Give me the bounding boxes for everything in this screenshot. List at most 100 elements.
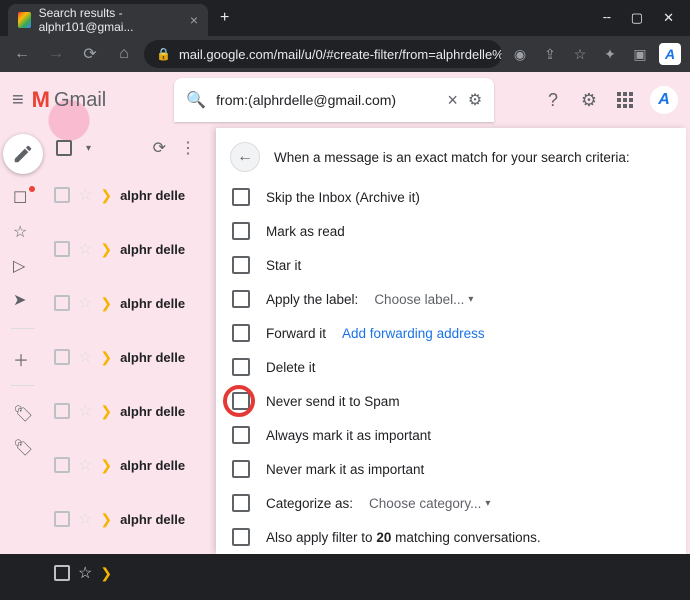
address-input[interactable]: 🔒 mail.google.com/mail/u/0/#create-filte… [144, 40, 502, 68]
star-icon[interactable]: ☆ [78, 185, 92, 205]
star-icon[interactable]: ☆ [568, 42, 592, 66]
compose-button[interactable] [3, 134, 43, 174]
checkbox-star[interactable] [232, 256, 250, 274]
checkbox-always-important[interactable] [232, 426, 250, 444]
browser-titlebar: Search results - alphr101@gmai... × + ╌ … [0, 0, 690, 36]
important-icon[interactable]: ❯ [100, 457, 112, 474]
main-menu-icon[interactable]: ≡ [12, 89, 24, 112]
checkbox-forward[interactable] [232, 324, 250, 342]
row-from: alphr delle [120, 566, 185, 581]
star-icon[interactable]: ☆ [78, 293, 92, 313]
mail-row[interactable]: ☆ ❯ alphr delle [46, 168, 206, 222]
more-icon[interactable]: ⋮ [180, 138, 196, 158]
mail-row[interactable]: ☆❯alphr delle [46, 276, 206, 330]
important-icon[interactable]: ❯ [100, 511, 112, 528]
checkbox-delete[interactable] [232, 358, 250, 376]
new-meeting-icon[interactable]: ＋ [13, 347, 33, 367]
star-icon[interactable]: ☆ [78, 455, 92, 475]
checkbox-mark-read[interactable] [232, 222, 250, 240]
star-icon[interactable]: ☆ [78, 401, 92, 421]
mail-row[interactable]: ☆ ❯ alphr delle [46, 330, 206, 384]
opt-always-important: Always mark it as important [266, 428, 431, 443]
row-from: alphr delle [120, 350, 185, 365]
mail-row[interactable]: ☆❯alphr delle [46, 222, 206, 276]
checkbox-apply-label[interactable] [232, 290, 250, 308]
back-icon[interactable]: ← [8, 40, 36, 68]
row-checkbox[interactable] [54, 565, 70, 581]
gmail-header: ≡ M Gmail 🔍 × ⚙ ? ⚙ A [0, 72, 690, 128]
reload-icon[interactable]: ⟳ [76, 40, 104, 68]
important-icon[interactable]: ❯ [100, 403, 112, 420]
support-icon[interactable]: ? [542, 89, 564, 111]
label-rail-icon[interactable]: 🏷 [13, 404, 33, 424]
close-window-icon[interactable]: ✕ [663, 10, 674, 26]
maximize-icon[interactable]: ▢ [631, 10, 643, 26]
refresh-icon[interactable]: ⟳ [153, 138, 166, 158]
choose-category-dropdown[interactable]: Choose category...▾ [369, 496, 490, 511]
row-checkbox[interactable] [54, 241, 70, 257]
checkbox-never-spam[interactable] [232, 392, 250, 410]
new-tab-button[interactable]: + [220, 9, 229, 27]
panel-back-button[interactable]: ← [230, 142, 260, 172]
apps-icon[interactable] [614, 89, 636, 111]
forward-icon[interactable]: → [42, 40, 70, 68]
mail-row[interactable]: ☆❯alphr delle [46, 492, 206, 546]
eye-icon[interactable]: ◉ [508, 42, 532, 66]
search-options-icon[interactable]: ⚙ [468, 90, 482, 110]
important-icon[interactable]: ❯ [100, 349, 112, 366]
checkbox-skip-inbox[interactable] [232, 188, 250, 206]
shield-icon[interactable]: ▣ [628, 42, 652, 66]
row-checkbox[interactable] [54, 295, 70, 311]
row-checkbox[interactable] [54, 511, 70, 527]
gmail-logo[interactable]: M Gmail [32, 87, 107, 113]
snoozed-rail-icon[interactable]: ▷ [13, 256, 33, 276]
checkbox-categorize[interactable] [232, 494, 250, 512]
alphr-extension[interactable]: A [658, 42, 682, 66]
important-icon[interactable]: ❯ [100, 565, 112, 582]
search-input[interactable] [216, 92, 437, 108]
important-icon[interactable]: ❯ [100, 241, 112, 258]
row-from: alphr delle [120, 188, 185, 203]
choose-label-dropdown[interactable]: Choose label...▾ [374, 292, 473, 307]
star-icon[interactable]: ☆ [78, 563, 92, 583]
label-rail-icon[interactable]: 🏷 [13, 438, 33, 458]
star-icon[interactable]: ☆ [78, 239, 92, 259]
star-icon[interactable]: ☆ [78, 509, 92, 529]
extensions-icon[interactable]: ✦ [598, 42, 622, 66]
minimize-icon[interactable]: ╌ [603, 10, 611, 26]
account-avatar[interactable]: A [650, 86, 678, 114]
select-all-checkbox[interactable] [56, 140, 72, 156]
important-icon[interactable]: ❯ [100, 295, 112, 312]
lock-icon: 🔒 [156, 47, 171, 61]
row-checkbox[interactable] [54, 457, 70, 473]
search-box: 🔍 × ⚙ [174, 78, 494, 122]
starred-rail-icon[interactable]: ☆ [13, 222, 33, 242]
opt-delete: Delete it [266, 360, 316, 375]
opt-mark-read: Mark as read [266, 224, 345, 239]
settings-icon[interactable]: ⚙ [578, 89, 600, 111]
important-icon[interactable]: ❯ [100, 187, 112, 204]
close-tab-icon[interactable]: × [190, 12, 198, 28]
search-icon[interactable]: 🔍 [186, 90, 206, 110]
checkbox-never-important[interactable] [232, 460, 250, 478]
row-checkbox[interactable] [54, 349, 70, 365]
star-icon[interactable]: ☆ [78, 347, 92, 367]
opt-forward: Forward it [266, 326, 326, 341]
mail-row[interactable]: ☆❯alphr delle [46, 438, 206, 492]
inbox-rail-icon[interactable]: ☐ [13, 188, 33, 208]
add-forwarding-link[interactable]: Add forwarding address [342, 326, 485, 341]
mail-row[interactable]: ☆ ❯ alphr delle [46, 546, 206, 600]
checkbox-also-apply[interactable] [232, 528, 250, 546]
gmail-favicon [18, 12, 31, 28]
home-icon[interactable]: ⌂ [110, 40, 138, 68]
row-checkbox[interactable] [54, 187, 70, 203]
sent-rail-icon[interactable]: ➤ [13, 290, 33, 310]
opt-skip-inbox: Skip the Inbox (Archive it) [266, 190, 420, 205]
pencil-icon [12, 143, 34, 165]
browser-tab[interactable]: Search results - alphr101@gmai... × [8, 4, 208, 36]
share-icon[interactable]: ⇪ [538, 42, 562, 66]
select-caret-icon[interactable]: ▾ [86, 143, 91, 154]
row-checkbox[interactable] [54, 403, 70, 419]
mail-row[interactable]: ☆❯alphr delle [46, 384, 206, 438]
clear-search-icon[interactable]: × [447, 90, 458, 111]
